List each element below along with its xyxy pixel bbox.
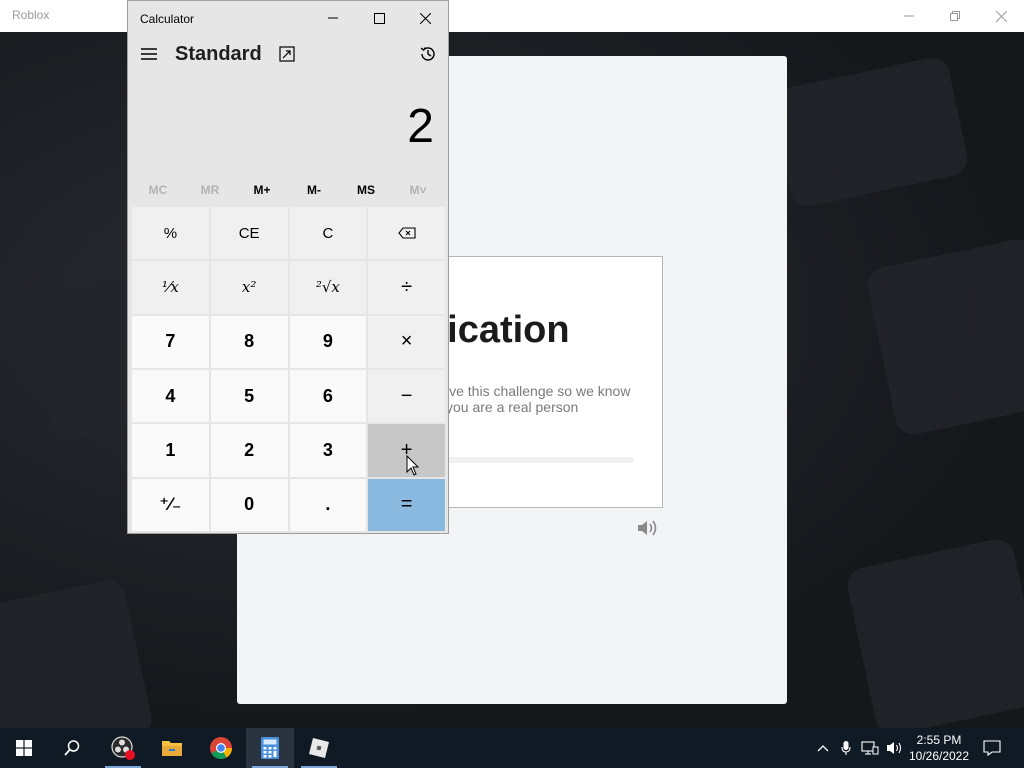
memory-store-button[interactable]: MS: [340, 179, 392, 201]
audio-challenge-icon[interactable]: [636, 518, 658, 538]
digit-1-button[interactable]: 1: [132, 424, 209, 477]
calculator-minimize-button[interactable]: [310, 1, 356, 35]
divide-button[interactable]: ÷: [368, 261, 445, 314]
digit-6-button[interactable]: 6: [289, 369, 367, 423]
maximize-icon: [373, 12, 385, 24]
verification-text-line1: lve this challenge so we know: [446, 383, 631, 399]
multiply-button[interactable]: ×: [368, 315, 445, 368]
memory-clear-button[interactable]: MC: [132, 179, 184, 201]
calculator-window-title: Calculator: [140, 12, 195, 26]
folder-icon: [162, 741, 182, 756]
memory-add-button[interactable]: M+: [236, 179, 288, 201]
calculator-titlebar[interactable]: Calculator: [128, 1, 448, 35]
windows-logo-icon: [16, 740, 32, 756]
roblox-minimize-button[interactable]: [886, 0, 932, 32]
search-icon: [64, 740, 80, 756]
hamburger-menu-icon[interactable]: [138, 43, 160, 65]
mouse-cursor-icon: [406, 455, 420, 476]
digit-4-button[interactable]: 4: [132, 369, 209, 423]
taskbar-app-roblox[interactable]: [295, 728, 343, 768]
square-button[interactable]: x²: [210, 261, 288, 314]
memory-recall-button[interactable]: MR: [184, 179, 236, 201]
action-center-button[interactable]: [978, 728, 1006, 768]
memory-row: MC MR M+ M- MS M˅: [132, 179, 444, 201]
calculator-header: Standard: [128, 35, 448, 75]
equals-button[interactable]: =: [368, 478, 445, 531]
clear-entry-button[interactable]: CE: [210, 207, 288, 260]
notification-icon: [983, 740, 1001, 756]
square-root-button[interactable]: ²√x: [289, 261, 367, 314]
digit-8-button[interactable]: 8: [210, 315, 288, 368]
digit-0-button[interactable]: 0: [210, 478, 288, 531]
volume-icon: [887, 742, 902, 754]
calculator-close-button[interactable]: [402, 1, 448, 35]
calculator-maximize-button[interactable]: [356, 1, 402, 35]
taskbar-app-obs[interactable]: [99, 728, 147, 768]
reciprocal-button[interactable]: ¹⁄x: [132, 261, 209, 314]
roblox-window-title: Roblox: [12, 8, 50, 22]
minimize-icon: [904, 15, 914, 17]
calculator-mode-title: Standard: [175, 43, 262, 65]
verification-progress-bar: [446, 457, 634, 463]
close-icon: [995, 10, 1007, 22]
backspace-button[interactable]: [368, 207, 445, 260]
chrome-icon: [210, 737, 232, 759]
keypad: % CE C ¹⁄x x² ²√x ÷ 7 8 9 × 4 5 6 − 1 2 …: [132, 207, 445, 531]
keep-on-top-icon[interactable]: [278, 45, 296, 63]
history-icon[interactable]: [418, 44, 438, 64]
backspace-icon: [397, 227, 416, 239]
show-hidden-icons-button[interactable]: [812, 728, 834, 768]
clock-date: 10/26/2022: [908, 749, 970, 763]
calculator-window: Calculator Standard 2 MC MR M+ M- MS M˅ …: [127, 0, 449, 534]
memory-list-button[interactable]: M˅: [392, 179, 444, 201]
close-icon: [419, 12, 431, 24]
taskbar: 2:55 PM 10/26/2022: [0, 728, 1024, 768]
subtract-button[interactable]: −: [368, 369, 445, 423]
roblox-restore-button[interactable]: [932, 0, 978, 32]
calculator-icon: [261, 737, 279, 759]
memory-subtract-button[interactable]: M-: [288, 179, 340, 201]
taskbar-clock[interactable]: 2:55 PM 10/26/2022: [908, 732, 970, 764]
calculator-display: 2: [407, 100, 434, 153]
start-button[interactable]: [0, 728, 48, 768]
digit-3-button[interactable]: 3: [289, 424, 367, 477]
volume-tray-button[interactable]: [884, 728, 906, 768]
digit-5-button[interactable]: 5: [210, 369, 288, 423]
verification-text-line2: you are a real person: [446, 399, 579, 415]
digit-2-button[interactable]: 2: [210, 424, 288, 477]
roblox-close-button[interactable]: [978, 0, 1024, 32]
microphone-tray-button[interactable]: [836, 728, 856, 768]
network-tray-button[interactable]: [858, 728, 882, 768]
taskbar-app-calculator[interactable]: [246, 728, 294, 768]
taskbar-app-file-explorer[interactable]: [148, 728, 196, 768]
minimize-icon: [328, 17, 338, 19]
taskbar-app-chrome[interactable]: [197, 728, 245, 768]
decimal-button[interactable]: .: [289, 478, 367, 531]
obs-icon: [111, 736, 135, 760]
digit-7-button[interactable]: 7: [132, 315, 209, 368]
negate-button[interactable]: ⁺∕₋: [132, 478, 209, 531]
chevron-up-icon: [817, 745, 829, 752]
microphone-icon: [841, 741, 851, 755]
search-button[interactable]: [48, 728, 96, 768]
clear-button[interactable]: C: [289, 207, 367, 260]
digit-9-button[interactable]: 9: [289, 315, 367, 368]
network-icon: [861, 741, 879, 755]
roblox-icon: [309, 738, 329, 758]
percent-button[interactable]: %: [132, 207, 209, 260]
clock-time: 2:55 PM: [916, 733, 962, 747]
restore-icon: [950, 11, 960, 21]
